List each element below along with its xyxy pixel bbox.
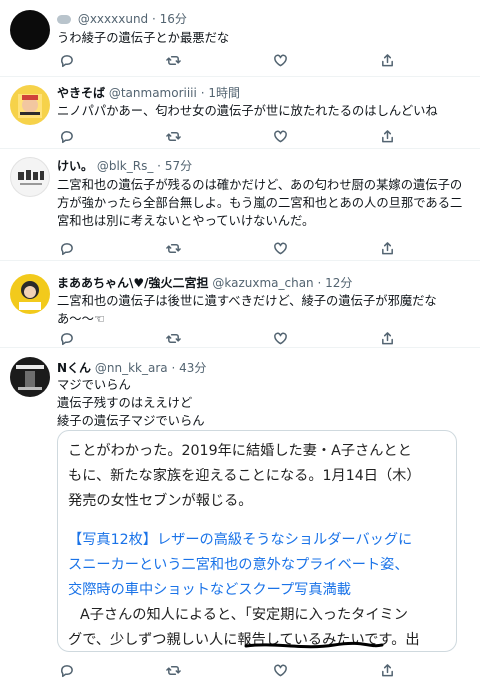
tweet-text: 二宮和也の遺伝子は後世に遺すべきだけど、綾子の遺伝子が邪魔だなあ〜〜☜ <box>57 292 472 328</box>
tweet-header: @xxxxxund · 16分 <box>57 11 187 27</box>
avatar[interactable] <box>10 10 50 50</box>
tweet-header: Nくん @nn_kk_ara · 43分 <box>57 360 206 376</box>
tweet-header: けい。 @blk_Rs_ · 57分 <box>57 158 192 174</box>
display-name[interactable]: やきそば <box>57 86 105 100</box>
heart-icon[interactable] <box>271 330 289 346</box>
article-link-line: 【写真12枚】レザーの高級そうなショルダーバッグに <box>68 532 413 548</box>
display-name[interactable]: けい。 <box>57 159 93 173</box>
reply-icon[interactable] <box>57 240 75 256</box>
user-handle[interactable]: @kazuxma_chan <box>212 276 313 290</box>
display-name[interactable]: まああちゃん\♥/強火二宮担 <box>57 276 209 290</box>
reply-icon[interactable] <box>57 128 75 144</box>
article-line: A子さんの知人によると、「安定期に入ったタイミン <box>80 607 408 623</box>
separator-dot: · <box>200 86 205 100</box>
avatar[interactable] <box>10 157 50 197</box>
article-paragraph: ことがわかった。2019年に結婚した妻・A子さんとと もに、新たな家族を迎えるこ… <box>68 439 446 514</box>
avatar-illustration <box>16 365 44 390</box>
tweet-header: まああちゃん\♥/強火二宮担 @kazuxma_chan · 12分 <box>57 275 352 291</box>
user-handle[interactable]: @xxxxxund <box>78 12 148 26</box>
reply-icon[interactable] <box>57 330 75 346</box>
timestamp[interactable]: 57分 <box>165 159 192 173</box>
tweet-text-line: 遺伝子残すのはええけど <box>57 396 193 410</box>
tweet-actions <box>57 240 457 256</box>
share-icon[interactable] <box>378 330 396 346</box>
reply-icon[interactable] <box>57 52 75 68</box>
user-handle[interactable]: @tanmamoriiii <box>109 86 197 100</box>
separator-dot: · <box>171 361 176 375</box>
embedded-screenshot[interactable]: ことがわかった。2019年に結婚した妻・A子さんとと もに、新たな家族を迎えるこ… <box>57 430 457 652</box>
article-link-line: 交際時の車中ショットなどスクープ写真満載 <box>68 582 351 598</box>
article-line: ことがわかった。2019年に結婚した妻・A子さんとと <box>68 443 412 459</box>
separator-dot: · <box>152 12 156 26</box>
tweet-text-content: うわ綾子の遺伝子とか最悪だな <box>57 31 230 45</box>
retweet-icon[interactable] <box>164 52 182 68</box>
tweet-actions <box>57 662 457 678</box>
user-handle[interactable]: @nn_kk_ara <box>95 361 168 375</box>
article-photo-link[interactable]: 【写真12枚】レザーの高級そうなショルダーバッグに スニーカーという二宮和也の意… <box>68 528 446 603</box>
article-line: 発売の女性セブンが報じる。 <box>68 493 253 509</box>
heart-icon[interactable] <box>271 52 289 68</box>
display-name[interactable]: Nくん <box>57 361 91 375</box>
tweet-actions <box>57 128 457 144</box>
tweet-text: マジでいらん 遺伝子残すのはええけど 綾子の遺伝子マジでいらん <box>57 376 472 430</box>
retweet-icon[interactable] <box>164 330 182 346</box>
tweet-actions <box>57 330 457 346</box>
article-line: もに、新たな家族を迎えることになる。1月14日（木） <box>68 468 421 484</box>
timestamp[interactable]: 43分 <box>179 361 206 375</box>
avatar-illustration <box>19 281 41 310</box>
separator-dot: · <box>157 159 161 173</box>
tweet[interactable]: Nくん @nn_kk_ara · 43分 マジでいらん 遺伝子残すのはええけど … <box>0 348 480 688</box>
heart-icon[interactable] <box>271 240 289 256</box>
article-link-line: スニーカーという二宮和也の意外なプライベート姿、 <box>68 557 409 573</box>
timestamp[interactable]: 12分 <box>325 276 352 290</box>
tweet[interactable]: けい。 @blk_Rs_ · 57分 二宮和也の遺伝子が残るのは確かだけど、あの… <box>0 149 480 261</box>
reply-icon[interactable] <box>57 662 75 678</box>
share-icon[interactable] <box>378 128 396 144</box>
tweet-text-line: 綾子の遺伝子マジでいらん <box>57 414 205 428</box>
scribble-strikethrough <box>244 641 384 649</box>
avatar[interactable] <box>10 85 50 125</box>
avatar-illustration <box>18 94 42 118</box>
share-icon[interactable] <box>378 52 396 68</box>
share-icon[interactable] <box>378 240 396 256</box>
tweet-text-content: ニノパパかあー、匂わせ女の遺伝子が世に放たれたるのはしんどいね <box>57 104 438 118</box>
avatar-illustration <box>18 170 44 185</box>
timestamp[interactable]: 1時間 <box>208 86 240 100</box>
retweet-icon[interactable] <box>164 240 182 256</box>
tweet-header: やきそば @tanmamoriiii · 1時間 <box>57 85 240 101</box>
retweet-icon[interactable] <box>164 662 182 678</box>
share-icon[interactable] <box>378 662 396 678</box>
tweet-text: うわ綾子の遺伝子とか最悪だな <box>57 29 472 47</box>
tweet-text-content: 二宮和也の遺伝子は後世に遺すべきだけど、綾子の遺伝子が邪魔だなあ〜〜☜ <box>57 294 437 326</box>
timestamp[interactable]: 16分 <box>160 12 187 26</box>
avatar[interactable] <box>10 274 50 314</box>
avatar[interactable] <box>10 357 50 397</box>
tweet-text: 二宮和也の遺伝子が残るのは確かだけど、あの匂わせ厨の某嫁の遺伝子の方が強かったら… <box>57 176 472 230</box>
heart-icon[interactable] <box>271 662 289 678</box>
tweet-text-line: マジでいらん <box>57 378 131 392</box>
tweet-text: ニノパパかあー、匂わせ女の遺伝子が世に放たれたるのはしんどいね <box>57 102 472 120</box>
user-handle[interactable]: @blk_Rs_ <box>97 159 154 173</box>
heart-icon[interactable] <box>271 128 289 144</box>
retweet-icon[interactable] <box>164 128 182 144</box>
verified-cloud-icon <box>57 15 71 24</box>
tweet-actions <box>57 52 457 68</box>
separator-dot: · <box>317 276 322 290</box>
timeline-feed: @xxxxxund · 16分 うわ綾子の遺伝子とか最悪だな やきそば @tan… <box>0 0 480 688</box>
tweet[interactable]: まああちゃん\♥/強火二宮担 @kazuxma_chan · 12分 二宮和也の… <box>0 261 480 348</box>
tweet[interactable]: @xxxxxund · 16分 うわ綾子の遺伝子とか最悪だな <box>0 0 480 77</box>
tweet[interactable]: やきそば @tanmamoriiii · 1時間 ニノパパかあー、匂わせ女の遺伝… <box>0 77 480 149</box>
tweet-text-content: 二宮和也の遺伝子が残るのは確かだけど、あの匂わせ厨の某嫁の遺伝子の方が強かったら… <box>57 178 463 228</box>
